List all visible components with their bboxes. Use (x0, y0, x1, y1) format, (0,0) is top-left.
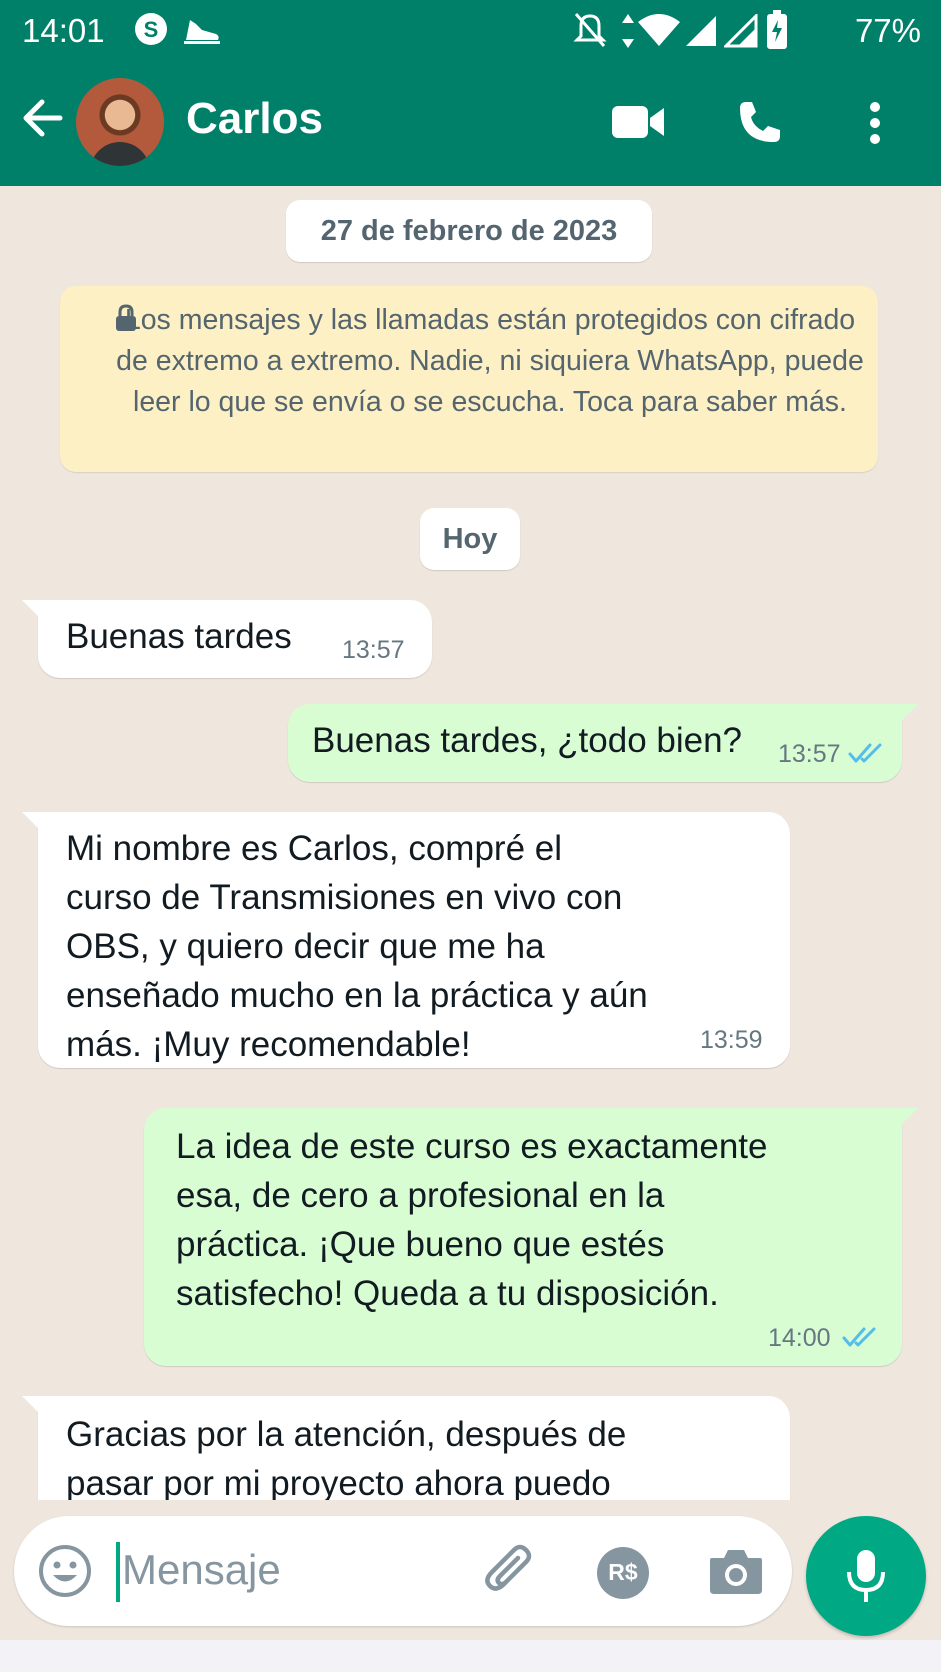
message-text: Mi nombre es Carlos, compré el curso de … (66, 829, 648, 1064)
s-app-icon: S (132, 10, 170, 53)
message-text: Gracias por la atención, después de pasa… (66, 1415, 627, 1500)
payment-label: R$ (608, 1559, 638, 1585)
read-ticks-icon (842, 1327, 876, 1347)
svg-text:S: S (144, 17, 159, 42)
chat-header: Carlos (0, 60, 941, 186)
more-vert-icon[interactable] (866, 100, 884, 151)
attach-icon[interactable] (484, 1544, 538, 1603)
avatar[interactable] (76, 78, 164, 166)
message-input[interactable]: Mensaje (122, 1546, 281, 1594)
message-time: 14:00 (768, 1324, 831, 1352)
emoji-icon[interactable] (38, 1544, 92, 1603)
contact-name[interactable]: Carlos (186, 94, 323, 144)
message-outgoing[interactable]: La idea de este curso es exactamente esa… (144, 1108, 918, 1366)
read-ticks-icon (848, 743, 882, 763)
date-chip: 27 de febrero de 2023 (286, 200, 652, 262)
message-text: La idea de este curso es exactamente esa… (176, 1127, 768, 1313)
system-nav-bar (0, 1640, 941, 1672)
phone-icon[interactable] (736, 100, 782, 151)
battery-charging-icon (766, 10, 788, 55)
camera-icon[interactable] (708, 1546, 764, 1601)
message-time: 13:57 (342, 636, 405, 664)
payment-icon[interactable]: R$ (596, 1546, 650, 1605)
signal-icon (684, 14, 718, 53)
today-chip-label: Hoy (442, 523, 498, 555)
encryption-notice[interactable]: Los mensajes y las llamadas están proteg… (60, 286, 878, 472)
status-bar: 14:01 S 77% (0, 0, 941, 60)
message-time: 13:59 (700, 1026, 763, 1054)
message-incoming[interactable]: Gracias por la atención, después de pasa… (22, 1396, 790, 1500)
mute-icon (572, 10, 608, 55)
status-time: 14:01 (22, 12, 105, 49)
today-chip: Hoy (420, 508, 520, 570)
sneaker-icon (182, 14, 222, 51)
mic-icon (847, 1550, 885, 1602)
message-text: Buenas tardes, ¿todo bien? (312, 721, 743, 760)
arrow-left-icon[interactable] (20, 96, 64, 145)
message-incoming[interactable]: Mi nombre es Carlos, compré el curso de … (22, 812, 790, 1068)
video-call-icon[interactable] (610, 100, 666, 149)
text-cursor (116, 1542, 120, 1602)
mic-button[interactable] (806, 1516, 926, 1636)
chat-area[interactable]: 27 de febrero de 2023 Los mensajes y las… (0, 186, 941, 1500)
message-composer: Mensaje R$ (14, 1516, 792, 1626)
message-text: Buenas tardes (66, 617, 292, 656)
encryption-notice-text: Los mensajes y las llamadas están proteg… (116, 304, 864, 418)
date-chip-label: 27 de febrero de 2023 (320, 215, 618, 247)
wifi-icon (638, 14, 680, 53)
message-incoming[interactable]: Buenas tardes 13:57 (22, 600, 432, 678)
message-outgoing[interactable]: Buenas tardes, ¿todo bien? 13:57 (288, 704, 918, 782)
message-time: 13:57 (778, 740, 841, 768)
signal-icon-2 (722, 12, 758, 53)
battery-percent: 77% (854, 12, 921, 49)
data-arrows-icon (620, 14, 636, 53)
